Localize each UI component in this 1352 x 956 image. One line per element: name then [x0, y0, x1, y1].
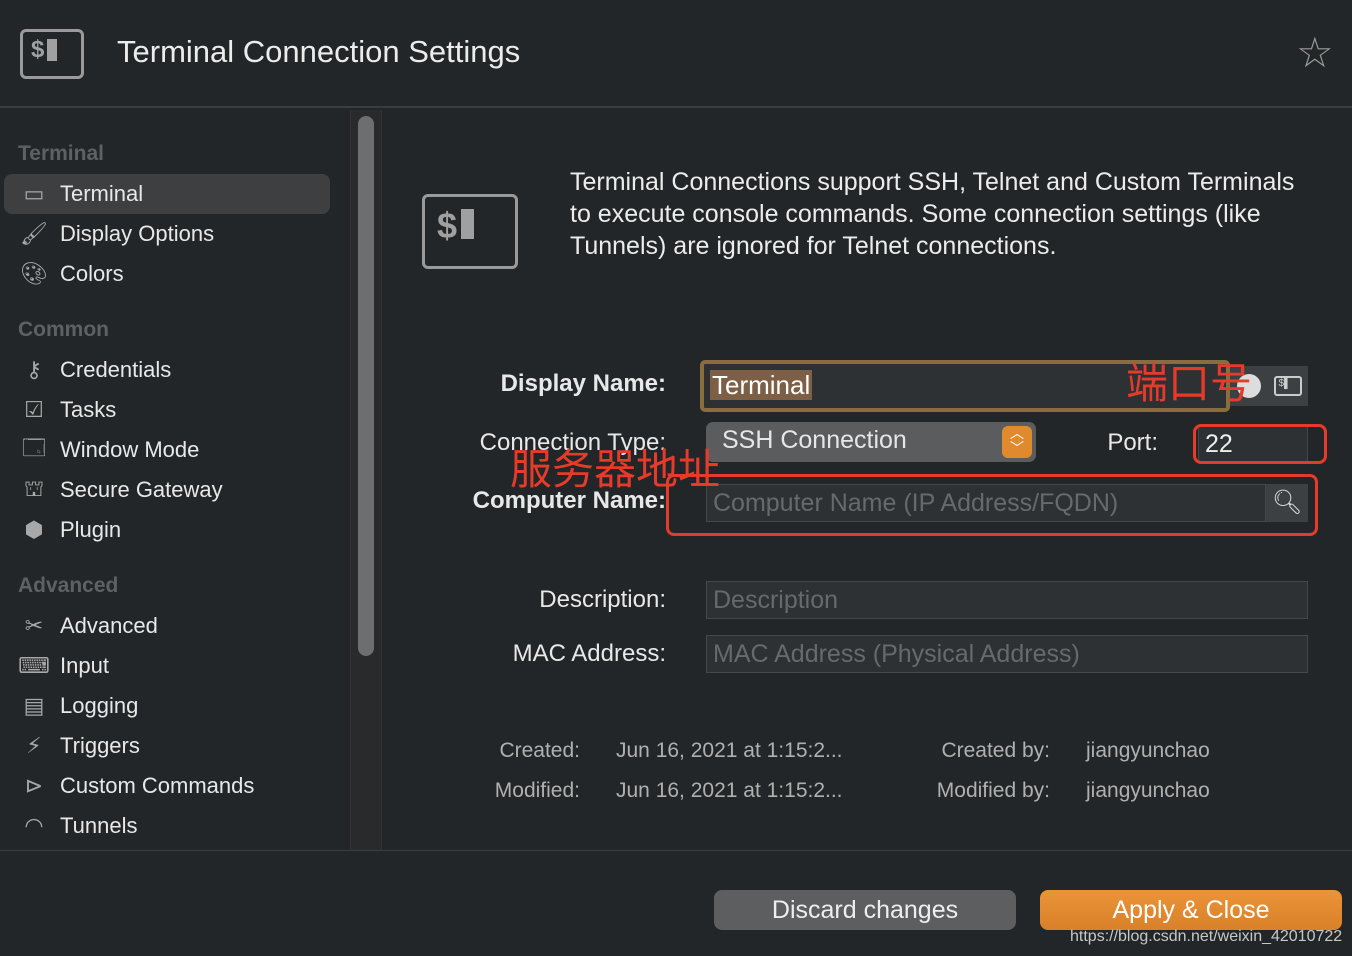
palette-icon: 🎨︎ — [20, 261, 48, 286]
sidebar-item-label: Plugin — [60, 517, 122, 542]
tasks-icon: ☑ — [24, 397, 44, 422]
sidebar-item-label: Colors — [60, 261, 124, 286]
sidebar-item-display-options[interactable]: 🖌︎ Display Options — [4, 214, 330, 254]
connection-type-select[interactable]: SSH Connection ︿ ﹀ — [706, 422, 1036, 462]
display-name-value: Terminal — [710, 370, 813, 400]
sidebar-item-triggers[interactable]: ⚡︎ Triggers — [4, 726, 330, 766]
tunnel-icon: ◠ — [24, 813, 44, 838]
intro-text: Terminal Connections support SSH, Telnet… — [570, 168, 1295, 260]
sidebar-item-tunnels[interactable]: ◠ Tunnels — [4, 806, 330, 846]
sidebar-item-terminal[interactable]: ▭ Terminal — [4, 174, 330, 214]
sidebar-item-tasks[interactable]: ☑ Tasks — [4, 390, 330, 430]
sidebar-item-window-mode[interactable]: 🗔 Window Mode — [4, 430, 330, 470]
sidebar-section-title: Terminal — [18, 142, 104, 165]
modified-by-value: jiangyunchao — [1086, 779, 1210, 802]
created-by-label: Created by: — [941, 739, 1050, 762]
mac-address-input[interactable]: MAC Address (Physical Address) — [706, 635, 1308, 673]
sidebar-item-label: Secure Gateway — [60, 477, 223, 502]
annotation-port: 端口号 — [1126, 360, 1253, 407]
description-placeholder: Description — [713, 585, 839, 614]
sidebar-item-logging[interactable]: ▤ Logging — [4, 686, 330, 726]
sidebar-item-credentials[interactable]: ⚷ Credentials — [4, 350, 330, 390]
modified-label: Modified: — [494, 779, 580, 802]
terminal-icon: $▌ — [1273, 376, 1302, 396]
connection-type-value: SSH Connection — [722, 426, 907, 454]
sidebar-item-label: Input — [60, 653, 109, 678]
header: $ Terminal Connection Settings ☆ — [0, 0, 1352, 108]
terminal-icon: ▭ — [23, 181, 45, 206]
sidebar: Terminal ▭ Terminal 🖌︎ Display Options 🎨︎ Colo… — [0, 110, 350, 850]
chevron-updown-icon: ︿ ﹀ — [1002, 426, 1032, 458]
tools-icon: ✂ — [24, 613, 44, 638]
paintbrush-icon: 🖌︎ — [20, 221, 48, 246]
terminal-icon: $ — [20, 29, 84, 79]
modified-value: Jun 16, 2021 at 1:15:2... — [616, 779, 843, 802]
window-icon: 🗔 — [22, 435, 46, 460]
terminal-icon: $ — [422, 194, 518, 269]
keyboard-icon: ⌨ — [18, 653, 50, 678]
sidebar-item-label: Tasks — [60, 397, 117, 422]
scrollbar-thumb[interactable] — [358, 116, 374, 656]
annotation-server: 服务器地址 — [510, 446, 721, 493]
port-label: Port: — [1107, 429, 1158, 456]
sidebar-item-label: Logging — [60, 693, 139, 718]
key-icon: ⚷ — [25, 357, 43, 382]
sidebar-section-title: Common — [18, 318, 109, 341]
sidebar-section-title: Advanced — [18, 574, 119, 597]
annotation-box-server — [666, 474, 1318, 536]
display-name-label: Display Name: — [500, 370, 666, 397]
description-label: Description: — [539, 586, 666, 613]
sidebar-item-label: Advanced — [60, 613, 158, 638]
gateway-icon: ⛫ — [23, 475, 45, 501]
sidebar-item-custom-commands[interactable]: ⊳ Custom Commands — [4, 766, 330, 806]
trigger-icon: ⚡︎ — [26, 733, 42, 758]
sidebar-item-label: Tunnels — [60, 813, 138, 838]
mac-address-placeholder: MAC Address (Physical Address) — [713, 639, 1080, 668]
description-input[interactable]: Description — [706, 581, 1308, 619]
sidebar-item-label: Window Mode — [60, 437, 200, 462]
star-icon[interactable]: ☆ — [1296, 28, 1334, 77]
mac-address-label: MAC Address: — [512, 640, 666, 667]
page-title: Terminal Connection Settings — [117, 34, 521, 69]
sidebar-item-label: Credentials — [60, 357, 172, 382]
sidebar-item-label: Terminal — [60, 181, 144, 206]
sidebar-item-label: Display Options — [60, 221, 215, 246]
watermark: https://blog.csdn.net/weixin_42010722 — [1070, 928, 1343, 945]
sidebar-item-input[interactable]: ⌨ Input — [4, 646, 330, 686]
log-icon: ▤ — [23, 693, 45, 718]
sidebar-item-label: Custom Commands — [60, 773, 255, 798]
annotation-box-port — [1193, 424, 1327, 464]
created-label: Created: — [499, 739, 580, 762]
cube-icon: ⬢ — [24, 517, 44, 542]
sidebar-item-secure-gateway[interactable]: ⛫ Secure Gateway — [4, 470, 330, 510]
created-value: Jun 16, 2021 at 1:15:2... — [616, 739, 843, 762]
sidebar-item-label: Triggers — [60, 733, 140, 758]
sidebar-item-advanced[interactable]: ✂ Advanced — [4, 606, 330, 646]
apply-close-button[interactable]: Apply & Close — [1040, 890, 1342, 930]
created-by-value: jiangyunchao — [1086, 739, 1210, 762]
console-icon: ⊳ — [24, 773, 44, 798]
sidebar-item-colors[interactable]: 🎨︎ Colors — [4, 254, 330, 294]
discard-changes-button[interactable]: Discard changes — [714, 890, 1016, 930]
modified-by-label: Modified by: — [936, 779, 1050, 802]
sidebar-item-plugin[interactable]: ⬢ Plugin — [4, 510, 330, 550]
